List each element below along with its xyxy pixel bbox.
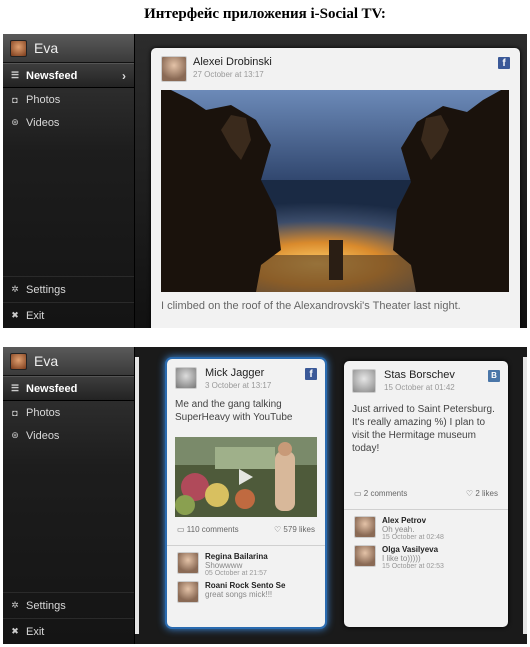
post-card-focused[interactable]: Mick Jagger 3 October at 13:17 f Me and … <box>167 359 325 627</box>
sidebar-item-settings[interactable]: ✲ Settings <box>3 276 134 302</box>
comment-item[interactable]: Olga Vasilyeva I like to))))) 15 October… <box>344 541 508 570</box>
sidebar-item-photos[interactable]: ◘ Photos <box>3 401 134 424</box>
post-date: 15 October at 01:42 <box>384 383 455 392</box>
feed-area: Alexei Drobinski 27 October at 13:17 f I… <box>135 34 527 328</box>
sidebar-item-photos[interactable]: ◘ Photos <box>3 88 134 111</box>
post-text: Me and the gang talking SuperHeavy with … <box>175 399 293 423</box>
likes-count[interactable]: ♡ 2 likes <box>466 489 498 498</box>
commenter-avatar <box>354 516 376 538</box>
comment-text: Showwww <box>205 561 243 570</box>
sidebar-item-label: Newsfeed <box>26 69 78 82</box>
user-name: Eva <box>34 40 59 56</box>
feed-carousel: Mick Jagger 3 October at 13:17 f Me and … <box>135 347 527 644</box>
author-name[interactable]: Mick Jagger <box>205 367 271 379</box>
film-icon: ⊛ <box>11 117 19 127</box>
comment-item[interactable]: Roani Rock Sento Se great songs mick!!! <box>167 577 325 603</box>
comment-item[interactable]: Alex Petrov Oh yeah. 15 October at 02:48 <box>344 512 508 541</box>
comments-count[interactable]: ▭ 110 comments <box>177 525 239 534</box>
sidebar-item-label: Videos <box>26 429 60 442</box>
sidebar-item-label: Newsfeed <box>26 382 78 395</box>
author-avatar[interactable] <box>352 369 376 393</box>
commenter-name: Olga Vasilyeva <box>382 545 439 554</box>
likes-count[interactable]: ♡ 579 likes <box>274 525 315 534</box>
comment-date: 05 October at 21:57 <box>205 570 267 577</box>
vkontakte-icon: B <box>488 370 500 382</box>
user-name: Eva <box>34 353 59 369</box>
comment-text: Oh yeah. <box>382 525 415 534</box>
comment-text: I like to))))) <box>382 554 421 563</box>
close-icon: ✖ <box>11 626 19 636</box>
commenter-avatar <box>177 581 199 603</box>
sidebar-item-settings[interactable]: ✲ Settings <box>3 592 134 618</box>
sidebar-item-exit[interactable]: ✖ Exit <box>3 302 134 328</box>
user-header[interactable]: Eva <box>3 34 134 63</box>
sidebar-item-label: Settings <box>26 283 66 296</box>
user-header[interactable]: Eva <box>3 347 134 376</box>
film-icon: ⊛ <box>11 430 19 440</box>
comment-text: great songs mick!!! <box>205 590 273 599</box>
comments-count[interactable]: ▭ 2 comments <box>354 489 407 498</box>
comment-date: 15 October at 02:48 <box>382 534 444 541</box>
sidebar-item-label: Exit <box>26 309 45 322</box>
sidebar-item-newsfeed[interactable]: ☰ Newsfeed › <box>3 63 134 88</box>
gear-icon: ✲ <box>11 600 19 610</box>
previous-card-edge[interactable] <box>135 357 139 634</box>
comment-date: 15 October at 02:53 <box>382 563 444 570</box>
author-name[interactable]: Alexei Drobinski <box>193 56 272 68</box>
sidebar-item-label: Photos <box>26 406 61 419</box>
next-card-edge[interactable] <box>523 357 527 634</box>
close-icon: ✖ <box>11 310 19 320</box>
author-avatar[interactable] <box>161 56 187 82</box>
screenshot-newsfeed-single: Eva ☰ Newsfeed › ◘ Photos ⊛ Videos ✲ Set… <box>3 34 527 328</box>
commenter-name: Alex Petrov <box>382 516 427 525</box>
sidebar-item-label: Exit <box>26 625 45 638</box>
sidebar-item-videos[interactable]: ⊛ Videos <box>3 424 134 447</box>
post-date: 3 October at 13:17 <box>205 381 272 390</box>
facebook-icon: f <box>498 57 510 69</box>
commenter-avatar <box>354 545 376 567</box>
post-date: 27 October at 13:17 <box>193 70 264 79</box>
post-text: Just arrived to Saint Petersburg. It's r… <box>352 404 495 454</box>
post-card[interactable]: Alexei Drobinski 27 October at 13:17 f I… <box>151 48 520 328</box>
avatar <box>10 39 27 57</box>
commenter-name: Roani Rock Sento Se <box>205 581 286 590</box>
comment-item[interactable]: Regina Bailarina Showwww 05 October at 2… <box>167 548 325 577</box>
list-icon: ☰ <box>10 70 20 80</box>
gear-icon: ✲ <box>11 284 19 294</box>
list-icon: ☰ <box>10 383 20 393</box>
post-text: I climbed on the roof of the Alexandrovs… <box>161 300 461 312</box>
post-photo[interactable] <box>161 90 509 292</box>
sidebar-item-videos[interactable]: ⊛ Videos <box>3 111 134 134</box>
avatar <box>10 352 27 370</box>
sidebar-item-label: Settings <box>26 599 66 612</box>
post-card[interactable]: Stas Borschev 15 October at 01:42 B Just… <box>344 361 508 627</box>
sidebar: Eva ☰ Newsfeed ◘ Photos ⊛ Videos ✲ Setti… <box>3 347 135 644</box>
document-title: Интерфейс приложения i-Social TV: <box>144 6 386 22</box>
comment-icon: ▭ <box>177 525 187 534</box>
sidebar-item-label: Videos <box>26 116 60 129</box>
heart-icon: ♡ <box>274 525 284 534</box>
sidebar-item-exit[interactable]: ✖ Exit <box>3 618 134 644</box>
post-video-thumbnail[interactable] <box>175 437 317 517</box>
commenter-name: Regina Bailarina <box>205 552 268 561</box>
sidebar: Eva ☰ Newsfeed › ◘ Photos ⊛ Videos ✲ Set… <box>3 34 135 328</box>
camera-icon: ◘ <box>12 94 18 105</box>
facebook-icon: f <box>305 368 317 380</box>
sidebar-item-newsfeed[interactable]: ☰ Newsfeed <box>3 376 134 401</box>
chevron-right-icon: › <box>122 68 126 83</box>
commenter-avatar <box>177 552 199 574</box>
heart-icon: ♡ <box>465 489 476 498</box>
comment-icon: ▭ <box>354 489 364 498</box>
sidebar-item-label: Photos <box>26 93 61 106</box>
screenshot-newsfeed-carousel: Eva ☰ Newsfeed ◘ Photos ⊛ Videos ✲ Setti… <box>3 347 527 644</box>
camera-icon: ◘ <box>12 407 18 418</box>
author-name[interactable]: Stas Borschev <box>384 369 455 381</box>
author-avatar[interactable] <box>175 367 197 389</box>
